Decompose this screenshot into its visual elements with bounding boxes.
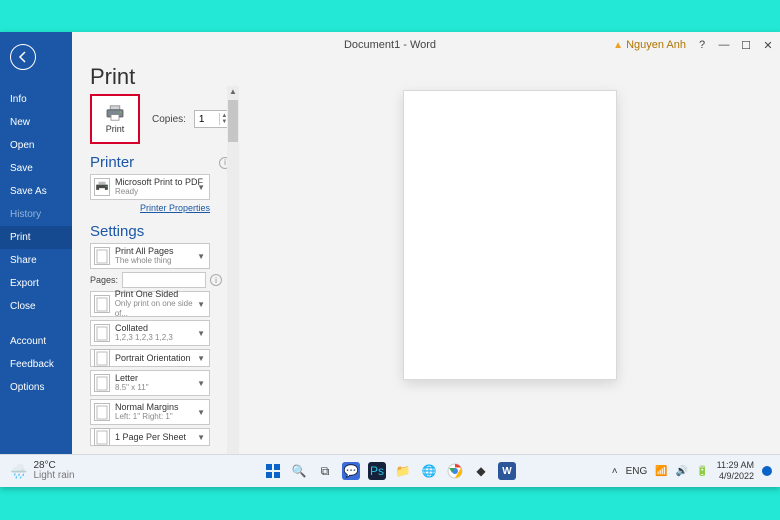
clock[interactable]: 11:29 AM 4/9/2022 xyxy=(717,460,754,482)
sidebar-item-print[interactable]: Print xyxy=(0,226,72,249)
sidebar-item-account[interactable]: Account xyxy=(0,330,72,353)
sidebar-item-feedback[interactable]: Feedback xyxy=(0,353,72,376)
pages-label: Pages: xyxy=(90,275,118,285)
setting-print-all-pages[interactable]: Print All PagesThe whole thing▼ xyxy=(90,243,210,269)
printer-icon xyxy=(105,105,125,121)
print-options-panel: Print Print Copies: 1 ▲▼ xyxy=(72,58,237,487)
chevron-down-icon: ▼ xyxy=(197,329,205,338)
window-title: Document1 - Word xyxy=(344,39,436,51)
volume-icon[interactable]: 🔊 xyxy=(676,466,688,477)
copies-label: Copies: xyxy=(152,114,186,125)
preview-page xyxy=(403,90,617,380)
page-icon xyxy=(94,295,110,313)
language-indicator[interactable]: ENG xyxy=(626,466,648,477)
chevron-down-icon: ▼ xyxy=(197,183,205,192)
chevron-down-icon: ▼ xyxy=(197,433,205,442)
page-icon xyxy=(94,403,110,421)
info-icon[interactable]: i xyxy=(210,274,222,286)
task-view-icon[interactable]: ⧉ xyxy=(316,462,334,480)
printer-select[interactable]: Microsoft Print to PDF Ready ▼ xyxy=(90,174,210,200)
title-bar: Document1 - Word ▲ Nguyen Anh ? — ☐ ✕ xyxy=(0,32,780,58)
chevron-down-icon: ▼ xyxy=(197,408,205,417)
sidebar-item-save[interactable]: Save xyxy=(0,157,72,180)
windows-taskbar: 🌧️ 28°C Light rain 🔍 ⧉ 💬 Ps 📁 🌐 ◆ W ˄ EN… xyxy=(0,454,780,487)
minimize-button[interactable]: — xyxy=(718,39,730,51)
pages-input[interactable] xyxy=(122,272,206,288)
chat-icon[interactable]: 💬 xyxy=(342,462,360,480)
setting-letter[interactable]: Letter8.5" x 11"▼ xyxy=(90,370,210,396)
chevron-down-icon: ▼ xyxy=(197,300,205,309)
account-label[interactable]: ▲ Nguyen Anh xyxy=(613,39,686,51)
sidebar-item-close[interactable]: Close xyxy=(0,295,72,318)
sidebar-item-save-as[interactable]: Save As xyxy=(0,180,72,203)
sidebar-item-open[interactable]: Open xyxy=(0,134,72,157)
pages-row: Pages: i xyxy=(90,272,237,288)
setting-1-page-per-sheet[interactable]: 1 Page Per Sheet▼ xyxy=(90,428,210,446)
back-button[interactable] xyxy=(10,44,36,70)
setting-normal-margins[interactable]: Normal MarginsLeft: 1" Right: 1"▼ xyxy=(90,399,210,425)
taskbar-center: 🔍 ⧉ 💬 Ps 📁 🌐 ◆ W xyxy=(264,462,516,480)
sidebar-item-history[interactable]: History xyxy=(0,203,72,226)
file-explorer-icon[interactable]: 📁 xyxy=(394,462,412,480)
photoshop-icon[interactable]: Ps xyxy=(368,462,386,480)
print-button[interactable]: Print xyxy=(90,94,140,144)
weather-icon: 🌧️ xyxy=(10,463,27,480)
close-button[interactable]: ✕ xyxy=(762,39,774,51)
setting-portrait-orientation[interactable]: Portrait Orientation▼ xyxy=(90,349,210,367)
chevron-down-icon: ▼ xyxy=(197,354,205,363)
page-icon xyxy=(94,349,110,367)
weather-widget[interactable]: 🌧️ 28°C Light rain xyxy=(10,461,75,481)
start-button[interactable] xyxy=(264,462,282,480)
search-icon[interactable]: 🔍 xyxy=(290,462,308,480)
word-icon[interactable]: W xyxy=(498,462,516,480)
sidebar-item-info[interactable]: Info xyxy=(0,88,72,111)
copies-stepper[interactable]: 1 ▲▼ xyxy=(194,110,230,128)
sidebar-item-share[interactable]: Share xyxy=(0,249,72,272)
edge-icon[interactable]: 🌐 xyxy=(420,462,438,480)
sidebar-item-options[interactable]: Options xyxy=(0,376,72,399)
setting-print-one-sided[interactable]: Print One SidedOnly print on one side of… xyxy=(90,291,210,317)
system-tray: ˄ ENG 📶 🔊 🔋 11:29 AM 4/9/2022 xyxy=(612,460,772,482)
page-icon xyxy=(94,374,110,392)
print-preview-area: ◄ of 1 ► 51% − + ⤢ xyxy=(237,58,780,487)
tray-chevron-icon[interactable]: ˄ xyxy=(612,466,618,477)
printer-icon xyxy=(94,178,110,196)
page-title: Print xyxy=(90,64,237,90)
maximize-button[interactable]: ☐ xyxy=(740,39,752,51)
chrome-icon[interactable] xyxy=(446,462,464,480)
chevron-down-icon: ▼ xyxy=(197,379,205,388)
notifications-icon[interactable] xyxy=(762,466,772,476)
sidebar-item-export[interactable]: Export xyxy=(0,272,72,295)
wifi-icon[interactable]: 📶 xyxy=(655,466,667,477)
page-icon xyxy=(94,247,110,265)
setting-collated[interactable]: Collated1,2,3 1,2,3 1,2,3▼ xyxy=(90,320,210,346)
app-window: Document1 - Word ▲ Nguyen Anh ? — ☐ ✕ In… xyxy=(0,32,780,487)
help-button[interactable]: ? xyxy=(696,39,708,51)
printer-heading: Printer i xyxy=(90,154,237,171)
page-icon xyxy=(94,428,110,446)
printer-properties-link[interactable]: Printer Properties xyxy=(90,203,210,213)
battery-icon[interactable]: 🔋 xyxy=(696,466,708,477)
backstage-sidebar: InfoNewOpenSaveSave AsHistoryPrintShareE… xyxy=(0,32,72,487)
sidebar-item-new[interactable]: New xyxy=(0,111,72,134)
backstage-main: Print Print Copies: 1 ▲▼ xyxy=(72,58,780,487)
settings-heading: Settings xyxy=(90,223,237,240)
drive-icon[interactable]: ◆ xyxy=(472,462,490,480)
chevron-down-icon: ▼ xyxy=(197,252,205,261)
warning-icon: ▲ xyxy=(613,40,623,51)
page-icon xyxy=(94,324,110,342)
